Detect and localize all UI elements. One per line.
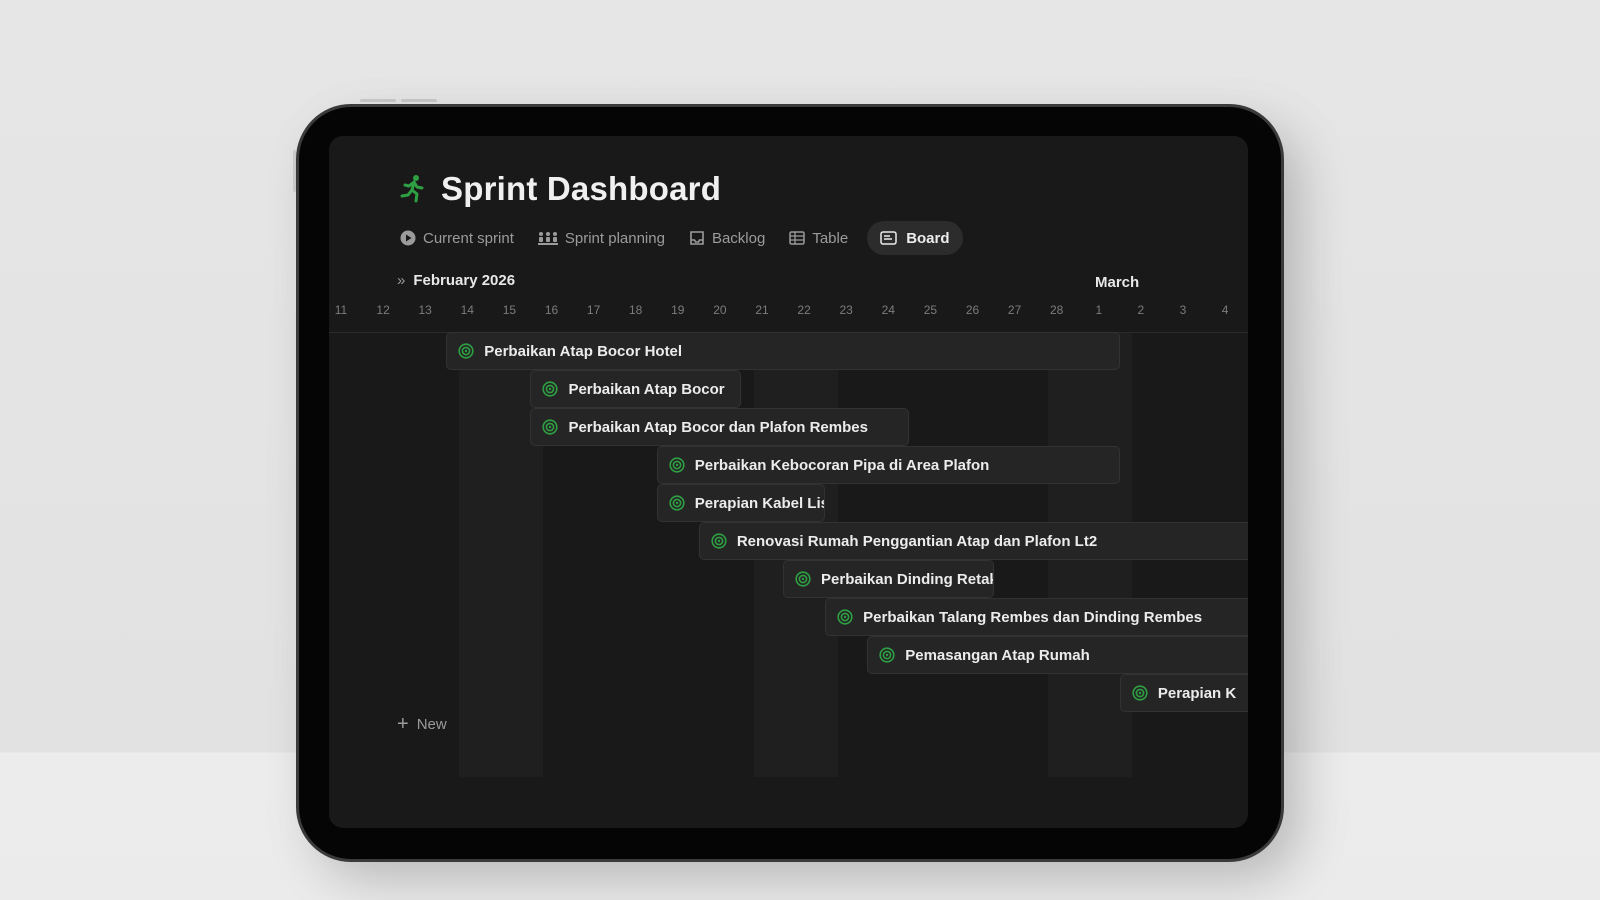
target-icon (795, 571, 811, 587)
task-bar-label: Renovasi Rumah Penggantian Atap dan Plaf… (736, 532, 1098, 550)
tablet-volume-button (360, 99, 396, 102)
day-label: 3 (1179, 303, 1187, 317)
tab-label: Table (812, 229, 849, 247)
task-bar-label: Perapian K (1157, 684, 1237, 702)
target-icon (542, 381, 559, 397)
task-bar-label: Perbaikan Atap Bocor dan Plafon Rembes (568, 418, 868, 436)
task-bar-label: Perbaikan Dinding Retak dan Pipa Wastafe… (821, 570, 993, 588)
timeline-month-header: » February 2026 (397, 272, 515, 289)
target-icon (711, 533, 727, 549)
target-icon (542, 419, 559, 435)
task-bar[interactable]: Perbaikan Atap Bocor (530, 370, 741, 408)
task-bar[interactable]: Perbaikan Atap Bocor Hotel (446, 332, 1120, 370)
day-label: 27 (1007, 303, 1022, 317)
tab-table[interactable]: Table (784, 221, 859, 255)
day-label: 18 (629, 303, 643, 317)
day-label: 1 (1095, 303, 1103, 317)
task-bar-label: Perbaikan Atap Bocor (568, 380, 725, 398)
day-label: 4 (1221, 303, 1229, 317)
task-bar-label: Perapian Kabel Listrik (694, 494, 824, 512)
page-header: Sprint Dashboard (397, 170, 721, 208)
month-label: February 2026 (413, 272, 516, 289)
day-label: 25 (923, 303, 938, 317)
task-bar-label: Pemasangan Atap Rumah (905, 646, 1090, 664)
page-title: Sprint Dashboard (441, 170, 722, 207)
task-bar[interactable]: Renovasi Rumah Penggantian Atap dan Plaf… (698, 522, 1248, 560)
target-icon (458, 343, 474, 359)
task-bar[interactable]: Perbaikan Atap Bocor dan Plafon Rembes (530, 408, 910, 446)
day-label: 12 (376, 303, 390, 317)
day-label: 15 (502, 303, 517, 317)
task-bar-label: Perbaikan Atap Bocor Hotel (484, 342, 683, 360)
table-icon (789, 231, 806, 245)
play-circle-icon (400, 230, 416, 246)
running-person-icon (400, 175, 424, 203)
target-icon (879, 647, 895, 663)
day-label: 23 (839, 303, 853, 317)
tablet-side-button (293, 150, 296, 192)
day-label: 22 (797, 303, 811, 317)
month-label-next: March (1095, 274, 1140, 291)
tab-label: Board (906, 229, 950, 247)
tab-label: Current sprint (423, 229, 514, 247)
day-label: 28 (1050, 303, 1064, 317)
new-task-label: New (416, 715, 447, 733)
task-bar[interactable]: Perbaikan Talang Rembes dan Dinding Remb… (825, 598, 1248, 636)
inbox-icon (690, 231, 704, 245)
target-icon (837, 609, 853, 625)
target-icon (669, 495, 685, 511)
plus-icon: + (397, 713, 409, 735)
day-label: 11 (334, 303, 348, 317)
day-label: 14 (460, 303, 474, 317)
day-label: 13 (418, 303, 432, 317)
day-label: 16 (544, 303, 559, 317)
day-label: 19 (671, 303, 685, 317)
task-bar[interactable]: Pemasangan Atap Rumah (867, 636, 1248, 674)
tab-backlog[interactable]: Backlog (684, 221, 776, 255)
day-label: 24 (881, 303, 895, 317)
day-label: 20 (713, 303, 727, 317)
day-label: 17 (586, 303, 601, 317)
team-icon (537, 232, 558, 245)
day-label: 21 (755, 303, 769, 317)
view-tabs: Current sprint Sprint planning Backlog T… (395, 221, 971, 255)
task-bar[interactable]: Perbaikan Dinding Retak dan Pipa Wastafe… (783, 560, 994, 598)
app-screen: Sprint Dashboard Current sprint Sprint p… (329, 136, 1248, 828)
tab-sprint-planning[interactable]: Sprint planning (533, 221, 676, 255)
tab-board[interactable]: Board (867, 221, 963, 255)
new-task-button[interactable]: + New (397, 714, 447, 734)
task-bar[interactable]: Perbaikan Kebocoran Pipa di Area Plafon (656, 446, 1120, 484)
task-bar-label: Perbaikan Talang Rembes dan Dinding Remb… (863, 608, 1203, 626)
day-label: 2 (1137, 303, 1145, 317)
task-bar[interactable]: Perapian Kabel Listrik (656, 484, 826, 522)
tab-current-sprint[interactable]: Current sprint (395, 221, 525, 255)
board-icon (880, 231, 897, 245)
task-bar-label: Perbaikan Kebocoran Pipa di Area Plafon (694, 456, 990, 474)
chevrons-right-icon[interactable]: » (397, 272, 405, 289)
tab-label: Backlog (711, 229, 766, 247)
target-icon (1132, 685, 1148, 701)
tab-label: Sprint planning (564, 229, 665, 247)
task-bar[interactable]: Perapian K (1119, 674, 1248, 712)
day-label: 26 (965, 303, 980, 317)
tablet-volume-button (401, 99, 437, 102)
target-icon (669, 457, 685, 473)
